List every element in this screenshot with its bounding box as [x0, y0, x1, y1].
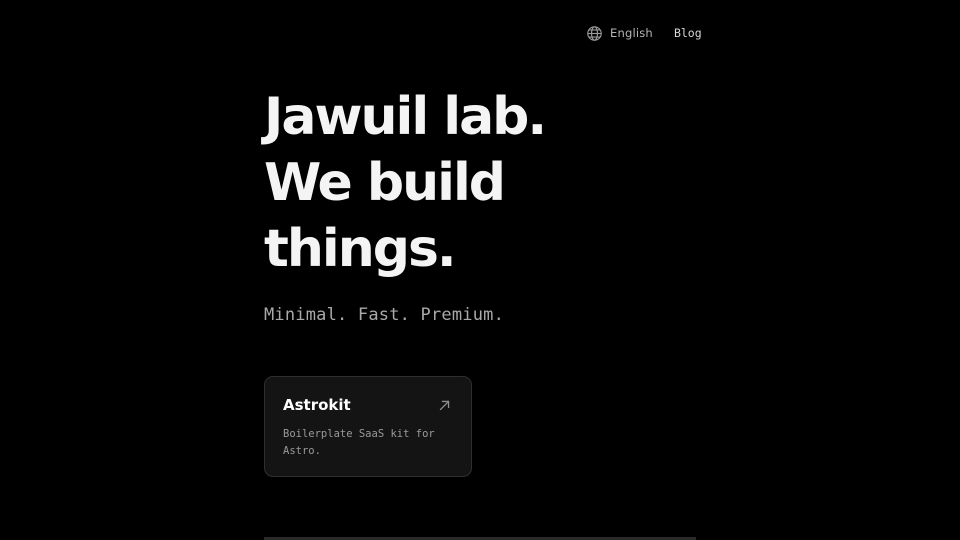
globe-icon: [587, 25, 602, 41]
arrow-up-right-icon: [439, 400, 450, 411]
hero-tagline: Minimal. Fast. Premium.: [264, 305, 505, 325]
blog-link[interactable]: Blog: [674, 26, 702, 40]
project-card-description: Boilerplate SaaS kit for Astro.: [283, 428, 435, 457]
hero-heading: Jawuil lab. We build things.: [264, 84, 704, 282]
top-nav: English Blog: [586, 22, 702, 44]
language-label: English: [610, 26, 653, 40]
hero-line-2: We build: [264, 153, 506, 213]
project-card-astrokit[interactable]: Astrokit Boilerplate SaaS kit for Astro.: [264, 376, 472, 477]
project-card-title: Astrokit: [283, 396, 351, 414]
hero-line-1: Jawuil lab.: [264, 87, 547, 147]
language-selector[interactable]: English: [586, 25, 653, 42]
hero-line-3: things.: [264, 219, 457, 279]
